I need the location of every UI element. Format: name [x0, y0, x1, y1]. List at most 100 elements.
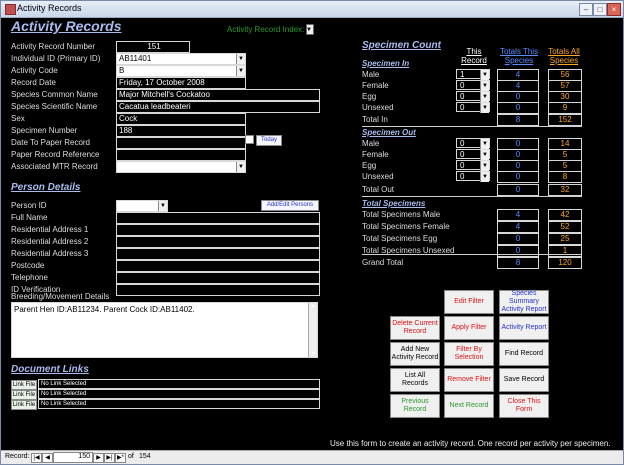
this-record-select[interactable]: 0 ▼: [456, 171, 490, 182]
this-record-select[interactable]: 0 ▼: [456, 149, 490, 160]
specimen-row-label: Egg: [362, 161, 377, 170]
chevron-down-icon[interactable]: ▼: [158, 201, 167, 211]
title-bar: Activity Records – □ ×: [1, 1, 623, 18]
specimen-row-label: Female: [362, 81, 389, 90]
this-record-select[interactable]: 0 ▼: [456, 138, 490, 149]
chevron-down-icon[interactable]: ▼: [236, 162, 245, 172]
chevron-down-icon[interactable]: ▼: [480, 103, 489, 113]
person-field-input[interactable]: [116, 236, 320, 248]
field-input[interactable]: Cock: [116, 113, 246, 125]
field-value: Friday, 17 October 2008: [119, 78, 205, 87]
chevron-down-icon[interactable]: ▼: [480, 150, 489, 160]
chevron-down-icon[interactable]: ▼: [480, 70, 489, 80]
this-record-select[interactable]: 0 ▼: [456, 91, 490, 102]
minimize-icon[interactable]: –: [579, 3, 593, 16]
person-field-label: Person ID: [11, 201, 47, 210]
filter-by-selection-button[interactable]: Filter By Selection: [444, 342, 494, 366]
person-field-input[interactable]: [116, 284, 320, 296]
breeding-label: Breeding/Movement Details: [11, 292, 110, 301]
delete-record-button[interactable]: Delete Current Record: [390, 316, 440, 340]
field-input[interactable]: [116, 149, 246, 161]
first-record-icon[interactable]: |◀: [31, 453, 42, 463]
chevron-down-icon[interactable]: ▼: [480, 139, 489, 149]
activity-report-button[interactable]: Activity Report: [499, 316, 549, 340]
this-record-value: 0: [460, 161, 465, 170]
apply-filter-button[interactable]: Apply Filter: [444, 316, 494, 340]
document-link-text: No Link Selected: [41, 401, 87, 407]
date-paper-checkbox[interactable]: [245, 135, 254, 144]
maximize-icon[interactable]: □: [593, 3, 607, 16]
scroll-up-icon[interactable]: ▲: [309, 303, 317, 309]
field-label: Activity Code: [11, 66, 58, 75]
prev-record-icon[interactable]: ◀: [42, 453, 53, 463]
index-label: Activity Record Index:: [227, 25, 305, 34]
chevron-down-icon[interactable]: ▼: [480, 172, 489, 182]
field-input[interactable]: [116, 137, 246, 149]
field-input[interactable]: Friday, 17 October 2008: [116, 77, 246, 89]
record-total: 154: [139, 453, 151, 460]
this-record-select[interactable]: 0 ▼: [456, 80, 490, 91]
list-all-button[interactable]: List All Records: [390, 368, 440, 392]
index-dropdown[interactable]: ▼: [306, 24, 314, 35]
link-file-button[interactable]: Link File: [11, 390, 37, 400]
field-value: Cacatua leadbeateri: [119, 102, 191, 111]
close-icon[interactable]: ×: [607, 3, 621, 16]
person-field-input[interactable]: [116, 224, 320, 236]
link-file-button[interactable]: Link File: [11, 400, 37, 410]
this-record-select[interactable]: 0 ▼: [456, 160, 490, 171]
person-field-input[interactable]: [116, 260, 320, 272]
chevron-down-icon[interactable]: ▼: [236, 54, 245, 64]
field-input[interactable]: B ▼: [116, 65, 246, 77]
edit-filter-button[interactable]: Edit Filter: [444, 290, 494, 314]
field-label: Specimen Number: [11, 126, 78, 135]
field-input[interactable]: Cacatua leadbeateri: [116, 101, 320, 113]
field-input[interactable]: ▼: [116, 161, 246, 173]
specimen-row-label: Male: [362, 139, 380, 148]
find-record-button[interactable]: Find Record: [499, 342, 549, 366]
next-record-icon[interactable]: ▶: [93, 453, 104, 463]
last-record-icon[interactable]: ▶|: [104, 453, 115, 463]
previous-record-button[interactable]: Previous Record: [390, 394, 440, 418]
field-value: 151: [147, 42, 161, 51]
field-input[interactable]: 188: [116, 125, 246, 137]
record-number-input[interactable]: 150: [53, 452, 93, 463]
field-label: Sex: [11, 114, 25, 123]
person-field-input[interactable]: ▼: [116, 200, 168, 212]
remove-filter-button[interactable]: Remove Filter: [444, 368, 494, 392]
person-field-input[interactable]: [116, 248, 320, 260]
add-edit-persons-button[interactable]: Add/Edit Persons: [261, 200, 319, 211]
chevron-down-icon[interactable]: ▼: [236, 66, 245, 76]
specimen-row-label: Total In: [362, 115, 388, 124]
breeding-textarea[interactable]: Parent Hen ID:AB11234. Parent Cock ID:AB…: [11, 302, 318, 358]
person-field-input[interactable]: [116, 272, 320, 284]
scrollbar[interactable]: ▲ ▼: [308, 303, 317, 357]
field-label: Individual ID (Primary ID): [11, 54, 101, 63]
species-total-value: 0: [497, 233, 539, 245]
this-record-select[interactable]: 1 ▼: [456, 69, 490, 80]
species-total-value: 0: [497, 171, 539, 183]
field-input[interactable]: 151: [116, 41, 190, 53]
specimen-row-label: Egg: [362, 92, 377, 101]
link-file-button[interactable]: Link File: [11, 380, 37, 390]
next-record-button[interactable]: Next Record: [444, 394, 494, 418]
chevron-down-icon[interactable]: ▼: [480, 81, 489, 91]
field-value: Major Mitchell's Cockatoo: [119, 90, 210, 99]
save-record-button[interactable]: Save Record: [499, 368, 549, 392]
species-total-value: 8: [497, 257, 539, 269]
add-new-record-button[interactable]: Add New Activity Record: [390, 342, 440, 366]
all-species-total-value: 1: [548, 245, 582, 257]
new-record-icon[interactable]: ▶*: [115, 453, 126, 463]
species-summary-button[interactable]: Species Summary Activity Report: [499, 290, 549, 314]
field-input[interactable]: Major Mitchell's Cockatoo: [116, 89, 320, 101]
all-species-total-value: 42: [548, 209, 582, 221]
scroll-down-icon[interactable]: ▼: [309, 351, 317, 357]
this-record-select[interactable]: 0 ▼: [456, 102, 490, 113]
person-field-input[interactable]: [116, 212, 320, 224]
today-button[interactable]: Today: [256, 135, 282, 146]
chevron-down-icon[interactable]: ▼: [480, 92, 489, 102]
field-input[interactable]: AB11401 ▼: [116, 53, 246, 65]
application-window: Activity Records – □ × Activity Records …: [0, 0, 624, 465]
chevron-down-icon[interactable]: ▼: [480, 161, 489, 171]
app-icon: [5, 4, 16, 15]
close-form-button[interactable]: Close This Form: [499, 394, 549, 418]
